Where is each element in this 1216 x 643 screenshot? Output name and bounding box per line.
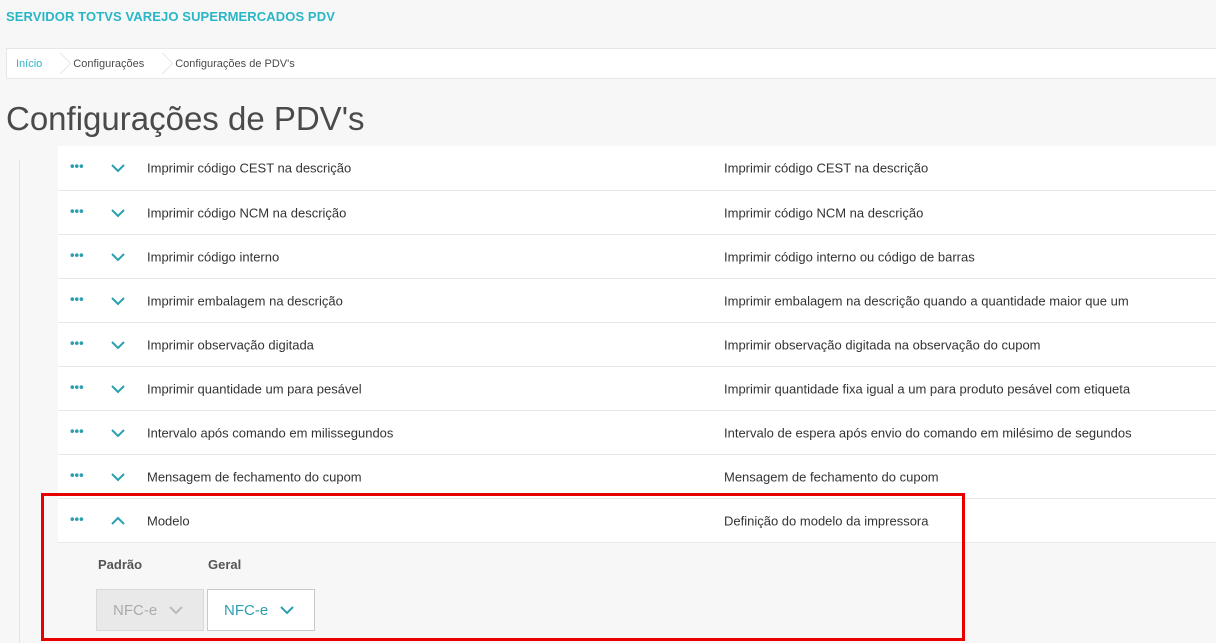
- setting-name: Imprimir código CEST na descrição: [147, 160, 352, 176]
- list-item: ••• Mensagem de fechamento do cupom Mens…: [58, 455, 1216, 499]
- list-item: ••• Imprimir embalagem na descrição Impr…: [58, 279, 1216, 323]
- setting-name: Intervalo após comando em milissegundos: [147, 425, 394, 440]
- list-item: ••• Imprimir código CEST na descrição Im…: [58, 146, 1216, 191]
- setting-name: Mensagem de fechamento do cupom: [147, 469, 362, 484]
- setting-name: Imprimir código interno: [147, 249, 280, 264]
- chevron-up-icon[interactable]: [110, 513, 126, 529]
- setting-description: Mensagem de fechamento do cupom: [724, 469, 939, 484]
- general-model-select[interactable]: NFC-e: [207, 589, 315, 631]
- breadcrumb-current: Configurações de PDV's: [175, 57, 295, 70]
- settings-list: ••• Imprimir código CEST na descrição Im…: [58, 146, 1216, 643]
- setting-name: Modelo: [147, 513, 190, 528]
- breadcrumb-separator: [54, 49, 64, 78]
- setting-description: Imprimir observação digitada na observaç…: [724, 337, 1041, 352]
- more-options-icon[interactable]: •••: [70, 158, 84, 173]
- chevron-down-icon[interactable]: [110, 205, 126, 221]
- breadcrumb-home[interactable]: Início: [7, 49, 54, 78]
- setting-name: Imprimir observação digitada: [147, 337, 314, 352]
- more-options-icon[interactable]: •••: [70, 467, 84, 482]
- tree-line: [19, 160, 20, 643]
- chevron-down-icon[interactable]: [110, 249, 126, 265]
- setting-name: Imprimir embalagem na descrição: [147, 293, 343, 308]
- chevron-down-icon[interactable]: [110, 425, 126, 441]
- default-model-value: NFC-e: [113, 601, 158, 619]
- chevron-down-icon: [169, 606, 183, 615]
- general-model-value: NFC-e: [224, 601, 269, 619]
- app-title: SERVIDOR TOTVS VAREJO SUPERMERCADOS PDV: [6, 9, 335, 24]
- setting-description: Intervalo de espera após envio do comand…: [724, 425, 1132, 440]
- chevron-down-icon[interactable]: [110, 337, 126, 353]
- setting-description: Imprimir código interno ou código de bar…: [724, 249, 975, 264]
- more-options-icon[interactable]: •••: [70, 423, 84, 438]
- setting-description: Imprimir embalagem na descrição quando a…: [724, 293, 1129, 308]
- more-options-icon[interactable]: •••: [70, 379, 84, 394]
- list-item: ••• Imprimir quantidade um para pesável …: [58, 367, 1216, 411]
- chevron-down-icon[interactable]: [110, 469, 126, 485]
- chevron-down-icon[interactable]: [110, 381, 126, 397]
- more-options-icon[interactable]: •••: [70, 247, 84, 262]
- page-title: Configurações de PDV's: [6, 100, 365, 137]
- list-item: ••• Imprimir código NCM na descrição Imp…: [58, 191, 1216, 235]
- setting-description: Definição do modelo da impressora: [724, 513, 929, 528]
- list-item: ••• Imprimir observação digitada Imprimi…: [58, 323, 1216, 367]
- default-column-label: Padrão: [98, 557, 143, 572]
- setting-description: Imprimir quantidade fixa igual a um para…: [724, 381, 1131, 396]
- breadcrumb: Início Configurações Configurações de PD…: [6, 48, 1216, 79]
- breadcrumb-separator: [156, 49, 166, 78]
- list-item-expanded: ••• Modelo Definição do modelo da impres…: [58, 499, 1216, 543]
- default-model-select: NFC-e: [96, 589, 204, 631]
- chevron-down-icon[interactable]: [110, 293, 126, 309]
- more-options-icon[interactable]: •••: [70, 511, 84, 526]
- setting-name: Imprimir código NCM na descrição: [147, 205, 347, 220]
- more-options-icon[interactable]: •••: [70, 291, 84, 306]
- setting-description: Imprimir código NCM na descrição: [724, 205, 924, 220]
- chevron-down-icon: [280, 606, 294, 615]
- setting-name: Imprimir quantidade um para pesável: [147, 381, 362, 396]
- breadcrumb-settings[interactable]: Configurações: [64, 49, 156, 78]
- more-options-icon[interactable]: •••: [70, 335, 84, 350]
- model-detail-panel: Padrão Geral NFC-e NFC-e: [58, 543, 1216, 643]
- list-item: ••• Intervalo após comando em milissegun…: [58, 411, 1216, 455]
- list-item: ••• Imprimir código interno Imprimir cód…: [58, 235, 1216, 279]
- chevron-down-icon[interactable]: [110, 160, 126, 176]
- setting-description: Imprimir código CEST na descrição: [724, 160, 929, 176]
- more-options-icon[interactable]: •••: [70, 203, 84, 218]
- general-column-label: Geral: [208, 557, 242, 572]
